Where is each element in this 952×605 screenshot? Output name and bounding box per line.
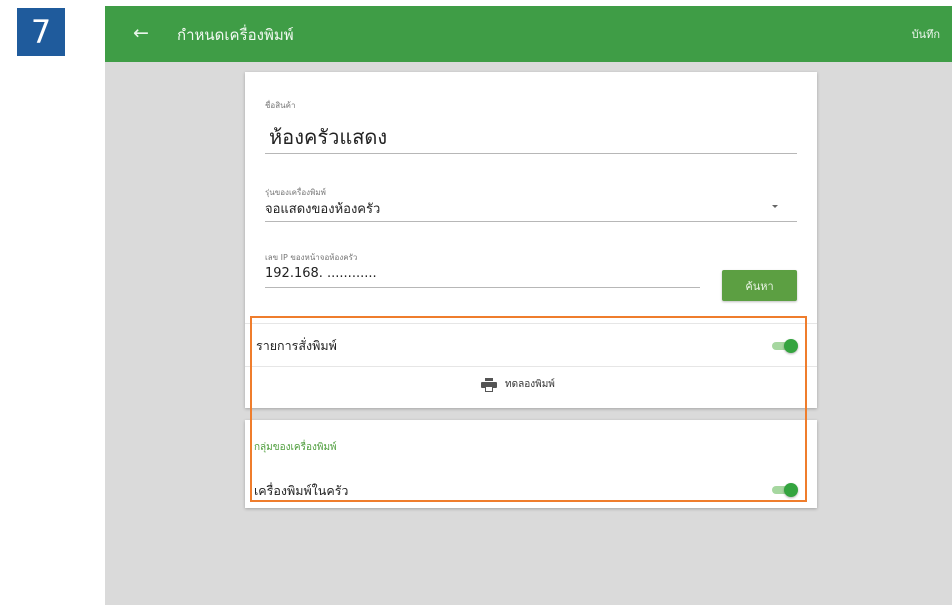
ip-address-underline xyxy=(265,287,700,288)
section-divider xyxy=(245,323,817,324)
kitchen-printer-label: เครื่องพิมพ์ในครัว xyxy=(254,483,349,498)
printer-model-underline xyxy=(265,221,797,222)
save-button[interactable]: บันทึก xyxy=(912,25,940,43)
test-print-button[interactable]: ทดลองพิมพ์ xyxy=(481,377,555,392)
app-window: ← กำหนดเครื่องพิมพ์ บันทึก ชื่อสินค้า ห้… xyxy=(105,6,952,605)
arrow-left-icon[interactable]: ← xyxy=(133,22,149,44)
test-print-label: ทดลองพิมพ์ xyxy=(505,379,555,390)
kitchen-printer-toggle[interactable] xyxy=(772,483,798,497)
ip-address-input[interactable]: 192.168. ............ xyxy=(265,266,377,281)
product-name-label: ชื่อสินค้า xyxy=(265,101,296,110)
toggle-knob xyxy=(784,483,798,497)
product-name-input[interactable]: ห้องครัวแสดง xyxy=(269,121,387,153)
ip-address-label: เลข IP ของหน้าจอห้องครัว xyxy=(265,253,358,262)
search-button[interactable]: ค้นหา xyxy=(722,270,797,301)
printer-group-title: กลุ่มของเครื่องพิมพ์ xyxy=(254,442,337,453)
printer-icon xyxy=(481,377,497,392)
printer-settings-card: ชื่อสินค้า ห้องครัวแสดง รุ่นของเครื่องพิ… xyxy=(245,72,817,408)
app-bar: ← กำหนดเครื่องพิมพ์ บันทึก xyxy=(105,6,952,62)
printer-model-select[interactable]: จอแสดงของห้องครัว xyxy=(265,198,380,219)
caret-down-icon[interactable] xyxy=(772,205,778,208)
row-divider xyxy=(245,366,817,367)
printer-group-card: กลุ่มของเครื่องพิมพ์ เครื่องพิมพ์ในครัว xyxy=(245,420,817,508)
product-name-underline xyxy=(265,153,797,154)
toggle-knob xyxy=(784,339,798,353)
print-items-toggle[interactable] xyxy=(772,339,798,353)
step-number-badge: 7 xyxy=(17,8,65,56)
page-title: กำหนดเครื่องพิมพ์ xyxy=(177,26,294,44)
print-items-label: รายการสั่งพิมพ์ xyxy=(256,338,337,353)
